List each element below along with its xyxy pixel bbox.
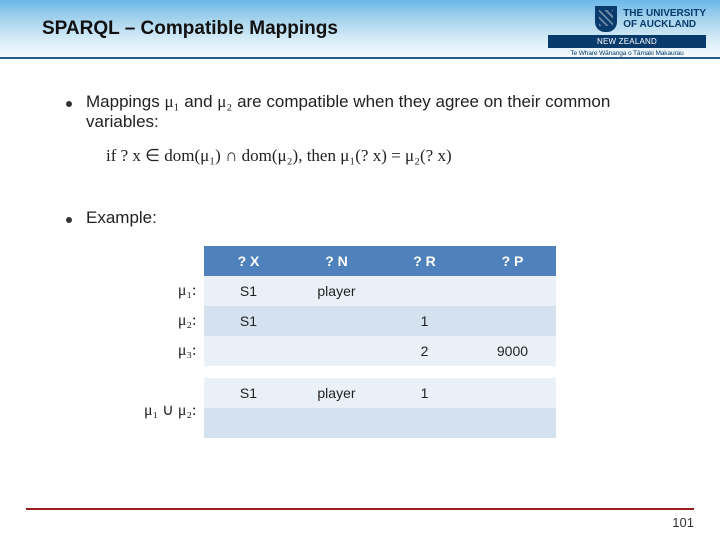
mappings-table: ? X ? N ? R ? P S1 player S1 1	[204, 246, 556, 438]
table-row-blank	[204, 408, 556, 438]
example-table-wrap: μ₁: μ₂: μ₃: μ₁ ∪ μ₂: ? X ? N ? R ? P S1 …	[144, 246, 670, 438]
crest-icon	[595, 6, 617, 32]
col-p: ? P	[468, 246, 556, 276]
university-logo: THE UNIVERSITY OF AUCKLAND NEW ZEALAND T…	[548, 6, 706, 57]
mu2-label: μ₂:	[144, 306, 196, 336]
slide-content: Mappings μ₁ and μ₂ are compatible when t…	[0, 58, 720, 438]
col-n: ? N	[292, 246, 380, 276]
mu-union-label: μ₁ ∪ μ₂:	[144, 396, 196, 426]
slide-header: SPARQL – Compatible Mappings THE UNIVERS…	[0, 0, 720, 58]
slide-title: SPARQL – Compatible Mappings	[42, 18, 338, 40]
mu3-label: μ₃:	[144, 336, 196, 366]
table-row: S1 player	[204, 276, 556, 306]
bullet-dot-icon	[66, 217, 72, 223]
bullet-2: Example:	[66, 208, 670, 228]
table-header-row: ? X ? N ? R ? P	[204, 246, 556, 276]
col-x: ? X	[204, 246, 292, 276]
spacer-row	[204, 366, 556, 378]
university-name: THE UNIVERSITY OF AUCKLAND	[623, 8, 706, 30]
table-row-union: S1 player 1	[204, 378, 556, 408]
university-bar: NEW ZEALAND	[548, 35, 706, 48]
bullet-2-text: Example:	[86, 208, 157, 228]
condition-line: if ? x ∈ dom(μ₁) ∩ dom(μ₂), then μ₁(? x)…	[106, 146, 670, 166]
footer-rule	[26, 508, 694, 510]
mu1-label: μ₁:	[144, 276, 196, 306]
table-row: S1 1	[204, 306, 556, 336]
table-row: 2 9000	[204, 336, 556, 366]
mu-labels-column: μ₁: μ₂: μ₃: μ₁ ∪ μ₂:	[144, 246, 196, 426]
col-r: ? R	[380, 246, 468, 276]
university-maori: Te Whare Wānanga o Tāmaki Makaurau	[548, 50, 706, 57]
bullet-1: Mappings μ₁ and μ₂ are compatible when t…	[66, 92, 670, 190]
bullet-1-text: Mappings μ₁ and μ₂ are compatible when t…	[86, 92, 670, 190]
bullet-dot-icon	[66, 101, 72, 107]
page-number: 101	[672, 515, 694, 530]
